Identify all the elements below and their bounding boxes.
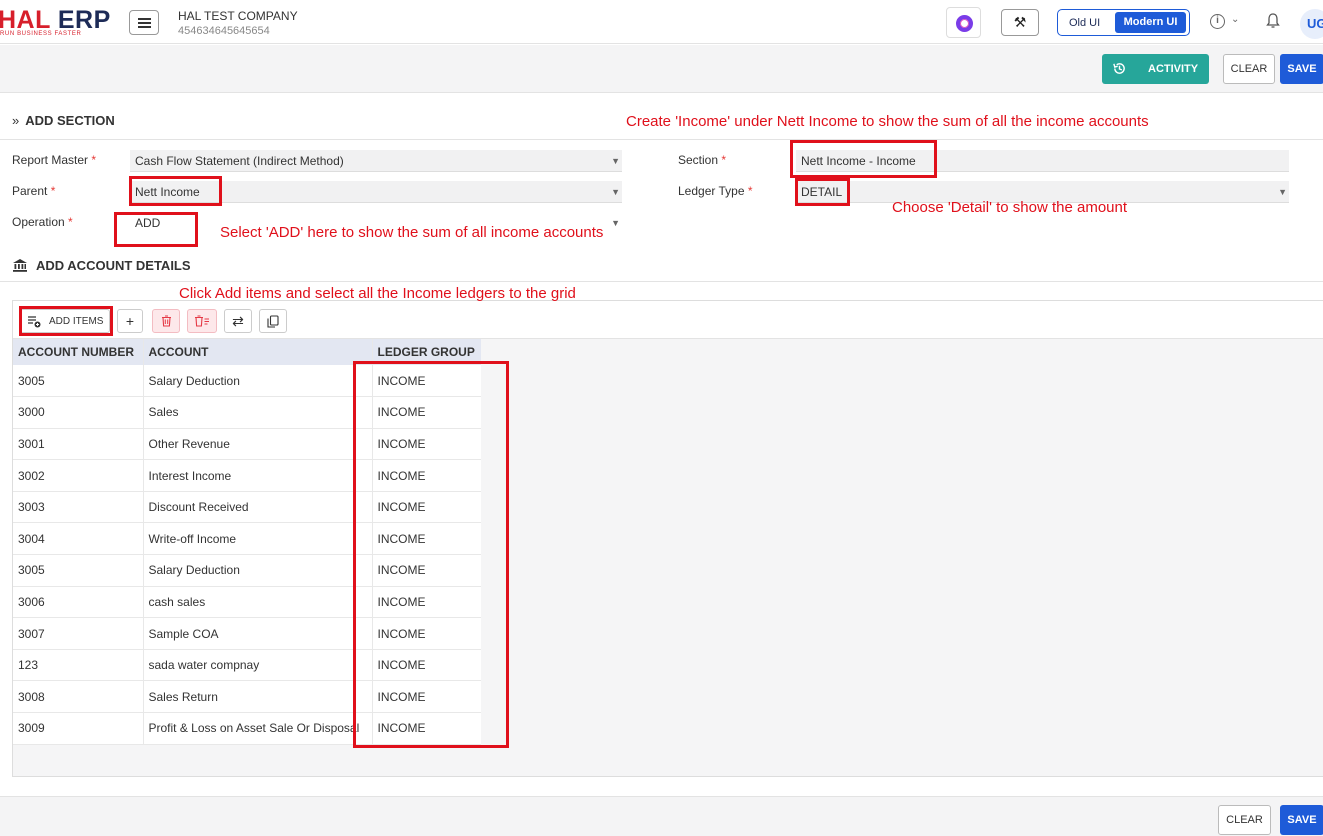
ledger-group-highlight-box [353,361,509,748]
account-details-title: ADD ACCOUNT DETAILS [12,258,191,273]
clear-button[interactable]: CLEAR [1223,54,1275,84]
parent-highlight-box [129,176,222,206]
ledger-type-annotation: Choose 'Detail' to show the amount [892,199,1128,216]
parent-label: Parent * [12,184,56,198]
plus-icon: + [125,313,135,329]
modern-ui-option[interactable]: Modern UI [1115,12,1186,33]
add-items-highlight-box [19,306,113,336]
dropdown-caret-icon: ▼ [611,156,620,166]
swap-button[interactable]: ⇄ [224,309,252,333]
app-logo-icon [956,15,973,32]
operation-annotation: Select 'ADD' here to show the sum of all… [220,224,604,241]
grid-annotation: Click Add items and select all the Incom… [179,285,576,302]
account-grid-panel: ADD ITEMS + ⇄ ACCOUNT NUMBER ACCOUNT LED… [12,300,1323,777]
report-master-label: Report Master * [12,153,97,167]
section-annotation: Create 'Income' under Nett Income to sho… [626,113,1149,130]
column-account[interactable]: ACCOUNT [142,339,372,365]
history-icon [1113,63,1125,74]
copy-button[interactable] [259,309,287,333]
section-label: Section * [678,153,727,167]
footer-clear-button[interactable]: CLEAR [1218,805,1271,835]
delete-all-button[interactable] [187,309,217,333]
chevron-down-icon[interactable]: ⌄ [1231,14,1239,25]
trash-list-icon [195,315,209,327]
user-avatar[interactable]: UG [1300,9,1323,39]
footer-save-button[interactable]: SAVE [1280,805,1323,835]
bank-icon [13,259,27,272]
company-name: HAL TEST COMPANY [178,9,298,23]
action-bar: ACTIVITY CLEAR SAVE [0,45,1323,93]
save-button[interactable]: SAVE [1280,54,1323,84]
old-ui-option[interactable]: Old UI [1069,17,1100,29]
dropdown-caret-icon: ▼ [1278,187,1287,197]
trash-icon [161,315,171,327]
ledger-type-highlight-box [795,178,850,206]
operation-label: Operation * [12,215,73,229]
info-icon[interactable]: i [1210,14,1225,29]
activity-button[interactable]: ACTIVITY [1102,54,1209,84]
section-highlight-box [790,140,937,178]
app-launcher-button[interactable] [946,7,981,38]
delete-row-button[interactable] [152,309,180,333]
footer-bar: CLEAR SAVE [0,796,1323,836]
swap-arrows-icon: ⇄ [232,313,244,329]
column-account-number[interactable]: ACCOUNT NUMBER [13,339,143,365]
ui-mode-toggle[interactable]: Old UI Modern UI [1057,9,1190,36]
hal-erp-logo[interactable]: HAL ERP RUN BUSINESS FASTER [0,6,116,40]
hamburger-menu-button[interactable] [129,10,159,35]
double-chevron-icon: » [12,113,20,128]
top-header: HAL ERP RUN BUSINESS FASTER HAL TEST COM… [0,0,1323,44]
ledger-type-label: Ledger Type * [678,184,753,198]
report-master-select[interactable]: Cash Flow Statement (Indirect Method) ▼ [130,150,622,172]
add-section-title: » ADD SECTION [12,113,115,128]
company-id: 454634645645654 [178,25,270,37]
dropdown-caret-icon: ▼ [611,187,620,197]
menu-icon [138,18,151,20]
add-row-button[interactable]: + [117,309,143,333]
copy-icon [267,315,279,328]
operation-highlight-box [114,212,198,247]
grid-toolbar: ADD ITEMS + ⇄ [13,301,1323,339]
logo-tagline: RUN BUSINESS FASTER [0,31,82,37]
tools-button[interactable]: ⚒ [1001,9,1039,36]
dropdown-caret-icon: ▼ [611,218,620,228]
tools-icon: ⚒ [1013,14,1027,30]
bell-icon[interactable] [1265,12,1281,30]
